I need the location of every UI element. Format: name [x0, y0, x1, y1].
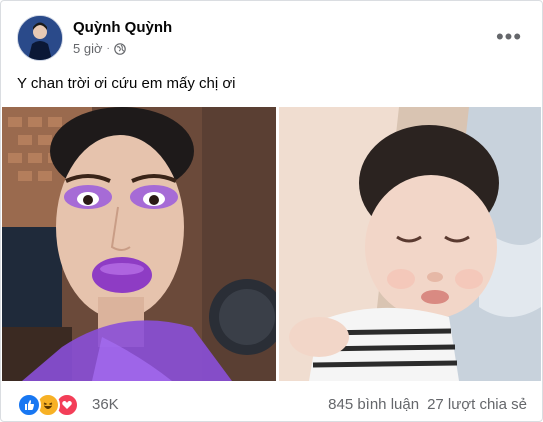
author-name[interactable]: Quỳnh Quỳnh: [73, 19, 172, 36]
meta-separator: ·: [106, 43, 110, 54]
more-options-icon: •••: [495, 24, 523, 49]
post-photos: [2, 107, 541, 381]
post-header: Quỳnh Quỳnh 5 giờ · •••: [17, 15, 527, 63]
reaction-summary[interactable]: [17, 393, 79, 417]
share-count[interactable]: 27 lượt chia sẻ: [427, 396, 527, 413]
post-caption: Y chan trời ơi cứu em mấy chị ơi: [17, 75, 236, 92]
engagement-stats: 845 bình luận 27 lượt chia sẻ: [328, 396, 527, 413]
post-footer: 36K 845 bình luận 27 lượt chia sẻ: [17, 387, 527, 417]
like-icon: [17, 393, 41, 417]
more-options-button[interactable]: •••: [493, 21, 525, 53]
reaction-count[interactable]: 36K: [92, 396, 119, 413]
comment-count[interactable]: 845 bình luận: [328, 396, 419, 413]
globe-icon: [114, 42, 126, 55]
author-avatar[interactable]: [17, 15, 63, 61]
photo-sleeping-baby[interactable]: [279, 107, 541, 381]
post-card: Quỳnh Quỳnh 5 giờ · ••• Y chan trời ơi c…: [0, 0, 543, 422]
post-time[interactable]: 5 giờ: [73, 41, 103, 56]
post-meta: 5 giờ ·: [73, 41, 126, 56]
photo-makeup-selfie[interactable]: [2, 107, 276, 381]
